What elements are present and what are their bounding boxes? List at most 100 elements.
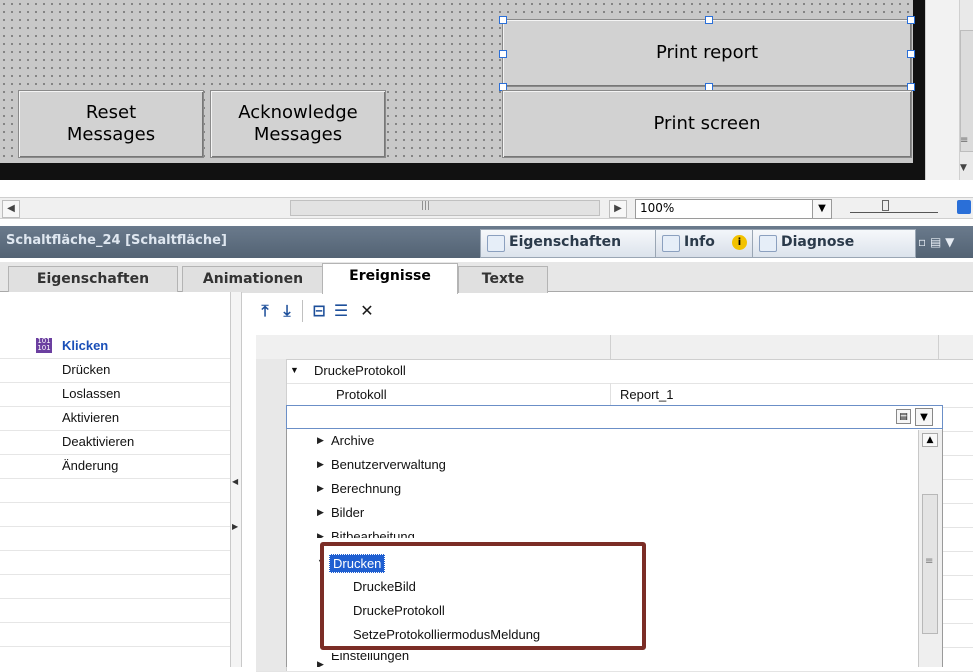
row-gutter: [256, 359, 287, 383]
event-row-empty: [0, 478, 230, 503]
scroll-grip-icon: |||: [421, 201, 431, 211]
list-item-bitbearbeitung[interactable]: ▶ Bitbearbeitung: [287, 525, 918, 538]
tab-properties[interactable]: Eigenschaften: [480, 229, 670, 258]
expand-triangle-icon[interactable]: ▶: [317, 459, 324, 470]
event-label: Änderung: [62, 458, 119, 473]
selection-handle[interactable]: [705, 16, 713, 24]
list-item-label: Benutzerverwaltung: [331, 457, 446, 472]
row-gutter: [256, 479, 287, 503]
subtab-properties[interactable]: Eigenschaften: [8, 266, 178, 293]
scroll-left-icon[interactable]: ◀: [2, 200, 20, 218]
list-item-archive[interactable]: ▶ Archive: [287, 429, 918, 453]
row-gutter: [256, 599, 287, 623]
expand-right-icon[interactable]: ▶: [232, 522, 238, 531]
scroll-down-icon[interactable]: ▼: [960, 163, 967, 173]
h-scroll-thumb[interactable]: |||: [290, 200, 600, 216]
event-row-empty: [0, 550, 230, 575]
list-icon[interactable]: ☰: [332, 302, 350, 320]
list-view-icon[interactable]: ▤: [896, 409, 911, 424]
print-screen-button[interactable]: Print screen: [502, 90, 912, 158]
zoom-slider-thumb[interactable]: [882, 200, 889, 211]
acknowledge-messages-button[interactable]: Acknowledge Messages: [210, 90, 386, 158]
print-report-button[interactable]: Print report: [499, 16, 915, 91]
event-item-aktivieren[interactable]: Aktivieren: [0, 406, 230, 431]
dropdown-scrollbar[interactable]: ▲ ≡: [918, 430, 942, 667]
list-item-label: Archive: [331, 433, 375, 448]
event-item-loslassen[interactable]: Loslassen: [0, 382, 230, 407]
splitter[interactable]: ◀ ▶: [230, 292, 242, 667]
subtab-animations[interactable]: Animationen: [182, 266, 324, 293]
event-item-druecken[interactable]: Drücken: [0, 358, 230, 383]
tab-diagnostics[interactable]: Diagnose: [752, 229, 916, 258]
row-gutter: [256, 551, 287, 575]
canvas-horizontal-scrollbar[interactable]: ◀ ||| ▶ 100% ▼: [0, 197, 973, 219]
row-gutter: [256, 431, 287, 455]
selection-handle[interactable]: [907, 16, 915, 24]
list-item-bilder[interactable]: ▶ Bilder: [287, 501, 918, 525]
reset-messages-label: Reset Messages: [66, 102, 156, 145]
expand-triangle-icon[interactable]: ▶: [317, 659, 324, 667]
function-selector-input[interactable]: ▤ ▼: [286, 405, 943, 429]
tab-properties-label: Eigenschaften: [509, 234, 622, 250]
reset-messages-button[interactable]: Reset Messages: [18, 90, 204, 158]
event-item-klicken[interactable]: 101 101 Klicken: [0, 334, 230, 359]
delete-icon[interactable]: ✕: [358, 302, 376, 320]
highlight-box: [320, 542, 646, 650]
event-label: Aktivieren: [62, 410, 120, 425]
list-item-berechnung[interactable]: ▶ Berechnung: [287, 477, 918, 501]
row-gutter: [256, 407, 287, 431]
zoom-dropdown-icon[interactable]: ▼: [812, 199, 832, 219]
row-gutter: [256, 503, 287, 527]
scroll-grip-icon: ≡: [960, 135, 969, 146]
event-row-empty: [0, 622, 230, 647]
event-row-empty: [0, 598, 230, 623]
collapse-left-icon[interactable]: ◀: [232, 477, 238, 486]
expand-triangle-icon[interactable]: ▼: [290, 365, 299, 375]
subtab-events[interactable]: Ereignisse: [322, 263, 458, 294]
expand-triangle-icon[interactable]: ▶: [317, 507, 324, 518]
zoom-slider[interactable]: [850, 200, 938, 213]
info-icon: [662, 235, 680, 252]
scroll-thumb[interactable]: [960, 30, 973, 152]
list-item-label: Bilder: [331, 505, 365, 520]
canvas-vertical-scrollbar[interactable]: ≡ ▼: [925, 0, 973, 180]
event-row-empty: [0, 574, 230, 599]
param-name: Protokoll: [336, 387, 387, 402]
inspector-subtabs: Eigenschaften Animationen Ereignisse Tex…: [0, 262, 973, 294]
acknowledge-messages-label: Acknowledge Messages: [238, 102, 358, 145]
column-divider: [938, 335, 939, 359]
insert-function-icon[interactable]: ⊟: [310, 302, 328, 320]
list-item-label: Einstellungen: [331, 653, 410, 663]
subtab-texts[interactable]: Texte: [458, 266, 548, 293]
param-value[interactable]: Report_1: [620, 387, 673, 402]
expand-triangle-icon[interactable]: ▶: [317, 531, 324, 538]
tab-info-label: Info: [684, 234, 715, 250]
table-header: [256, 335, 973, 360]
canvas-border-bottom: [0, 163, 925, 180]
row-gutter: [256, 383, 287, 407]
warning-icon: i: [732, 235, 747, 250]
tab-diagnostics-label: Diagnose: [781, 234, 855, 250]
column-divider: [610, 335, 611, 359]
table-row[interactable]: ▼ DruckeProtokoll: [256, 359, 973, 384]
list-item-einstellungen[interactable]: ▶ Einstellungen: [287, 653, 918, 667]
scroll-right-icon[interactable]: ▶: [609, 200, 627, 218]
event-item-deaktivieren[interactable]: Deaktivieren: [0, 430, 230, 455]
move-down-icon[interactable]: ⤓: [278, 302, 296, 320]
row-gutter: [256, 575, 287, 599]
move-up-icon[interactable]: ⤒: [256, 302, 274, 320]
scroll-up-icon[interactable]: ▲: [922, 433, 938, 447]
expand-triangle-icon[interactable]: ▶: [317, 435, 324, 446]
event-label: Klicken: [62, 338, 109, 353]
event-item-aenderung[interactable]: Änderung: [0, 454, 230, 479]
dropdown-arrow-icon[interactable]: ▼: [915, 408, 933, 426]
list-item-benutzerverwaltung[interactable]: ▶ Benutzerverwaltung: [287, 453, 918, 477]
selection-handle[interactable]: [499, 50, 507, 58]
selection-handle[interactable]: [907, 50, 915, 58]
navigation-icon[interactable]: [957, 200, 971, 214]
event-label: Deaktivieren: [62, 434, 135, 449]
panel-options-icon[interactable]: ▫ ▤ ▼: [918, 235, 954, 249]
selection-handle[interactable]: [499, 16, 507, 24]
zoom-field[interactable]: 100%: [635, 199, 815, 219]
expand-triangle-icon[interactable]: ▶: [317, 483, 324, 494]
